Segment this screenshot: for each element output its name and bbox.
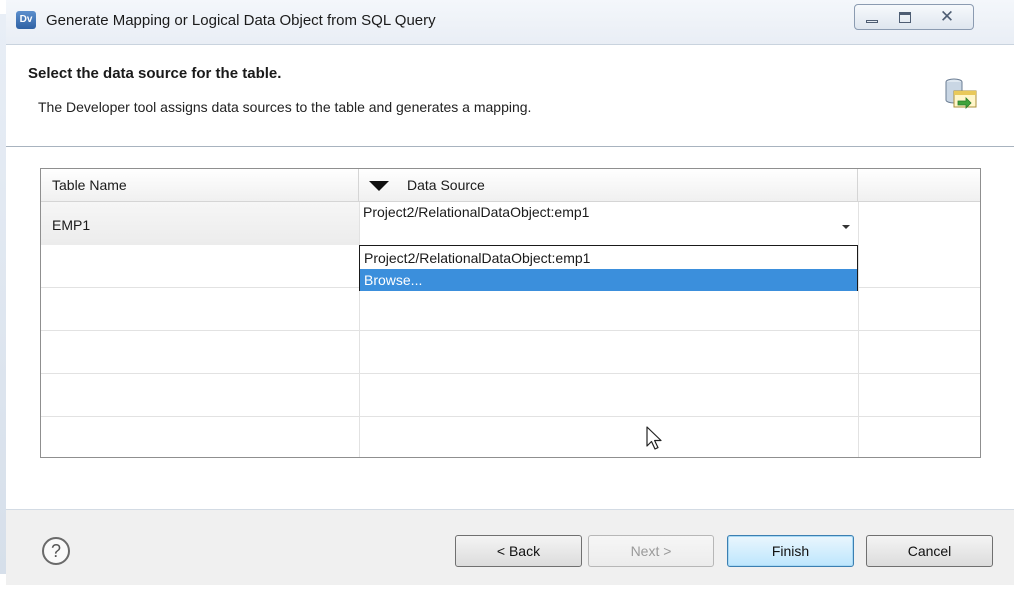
- table-row-empty: [41, 288, 980, 331]
- data-source-table: Table Name Data Source EMP1 Project2/Rel…: [40, 168, 981, 458]
- dropdown-option[interactable]: Project2/RelationalDataObject:emp1: [360, 247, 857, 269]
- page-title: Select the data source for the table.: [28, 65, 282, 82]
- title-bar: Dv Generate Mapping or Logical Data Obje…: [6, 0, 1014, 45]
- next-button[interactable]: Next >: [588, 535, 714, 567]
- table-row-empty: [41, 374, 980, 417]
- maximize-icon: [899, 12, 911, 23]
- column-header-data-source-label: Data Source: [407, 177, 485, 193]
- app-icon: Dv: [16, 11, 36, 29]
- close-icon: ✕: [939, 7, 955, 26]
- minimize-button[interactable]: [854, 4, 889, 30]
- maximize-button[interactable]: [888, 4, 923, 30]
- table-name-cell[interactable]: EMP1: [41, 202, 359, 245]
- table-row-empty: [41, 417, 980, 457]
- data-source-combo[interactable]: Project2/RelationalDataObject:emp1: [359, 202, 858, 245]
- combo-dropdown-icon[interactable]: [842, 225, 850, 229]
- table-row-empty: [41, 331, 980, 374]
- wizard-footer: ? < Back Next > Finish Cancel: [6, 510, 1014, 585]
- window-bottom-edge: [6, 585, 1014, 595]
- window-title: Generate Mapping or Logical Data Object …: [46, 12, 436, 29]
- help-icon[interactable]: ?: [42, 537, 70, 565]
- back-button[interactable]: < Back: [455, 535, 582, 567]
- page-description: The Developer tool assigns data sources …: [38, 99, 532, 115]
- mouse-cursor-icon: [646, 426, 662, 450]
- sort-down-icon: [369, 181, 389, 191]
- finish-button[interactable]: Finish: [727, 535, 854, 567]
- close-button[interactable]: ✕: [922, 4, 974, 30]
- column-header-table-name[interactable]: Table Name: [41, 169, 359, 202]
- column-header-empty: [858, 169, 980, 202]
- minimize-icon: [866, 20, 878, 23]
- wizard-database-icon: [945, 78, 977, 109]
- wizard-body: Table Name Data Source EMP1 Project2/Rel…: [6, 147, 1014, 509]
- column-header-data-source[interactable]: Data Source: [359, 169, 858, 202]
- cancel-button[interactable]: Cancel: [866, 535, 993, 567]
- wizard-header: Select the data source for the table. Th…: [6, 45, 1014, 147]
- dropdown-option-browse[interactable]: Browse...: [360, 269, 857, 291]
- column-divider: [858, 202, 859, 457]
- data-source-dropdown-list: Project2/RelationalDataObject:emp1 Brows…: [359, 245, 858, 291]
